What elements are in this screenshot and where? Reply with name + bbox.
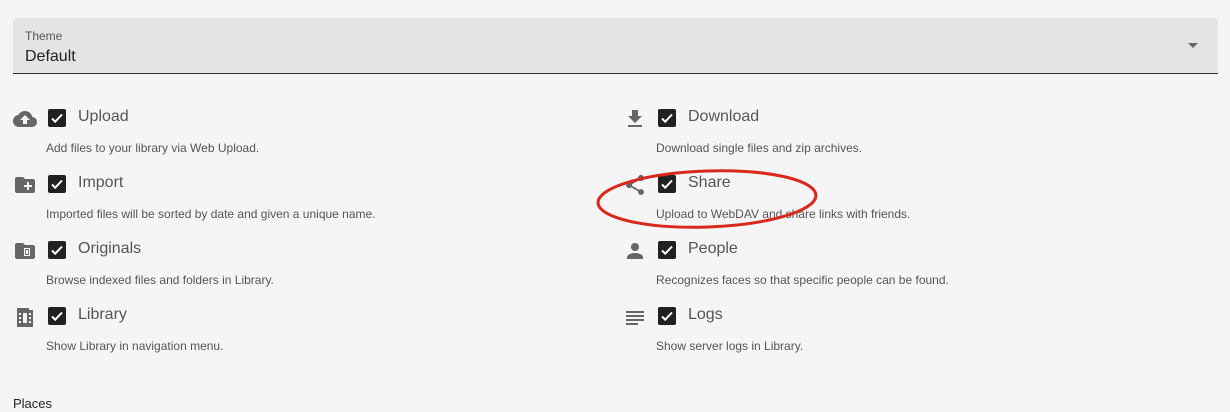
film-library-icon [13,305,37,329]
list-lines-icon [623,305,647,329]
people-label: People [688,240,738,257]
import-checkbox[interactable] [48,175,66,193]
logs-label: Logs [688,306,723,323]
logs-description: Show server logs in Library. [656,339,804,353]
upload-description: Add files to your library via Web Upload… [46,141,260,155]
option-people: People Recognizes faces so that specific… [623,239,1183,299]
theme-label: Theme [25,29,63,43]
share-checkbox[interactable] [658,175,676,193]
import-label: Import [78,174,124,191]
option-library: Library Show Library in navigation menu. [13,305,573,365]
option-share: Share Upload to WebDAV and share links w… [623,173,1183,233]
library-label: Library [78,306,127,323]
folder-plus-icon [13,173,37,197]
share-icon [623,173,647,197]
originals-checkbox[interactable] [48,241,66,259]
logs-checkbox[interactable] [658,307,676,325]
download-label: Download [688,108,760,125]
originals-description: Browse indexed files and folders in Libr… [46,273,274,287]
cloud-upload-icon [13,107,37,131]
download-checkbox[interactable] [658,109,676,127]
share-label: Share [688,174,731,191]
theme-value: Default [25,48,76,65]
chevron-down-icon[interactable] [1188,43,1198,48]
library-description: Show Library in navigation menu. [46,339,224,353]
import-description: Imported files will be sorted by date an… [46,207,376,221]
option-originals: Originals Browse indexed files and folde… [13,239,573,299]
people-description: Recognizes faces so that specific people… [656,273,949,287]
option-download: Download Download single files and zip a… [623,107,1183,167]
option-upload: Upload Add files to your library via Web… [13,107,573,167]
upload-checkbox[interactable] [48,109,66,127]
download-description: Download single files and zip archives. [656,141,863,155]
person-icon [623,239,647,263]
theme-select[interactable]: Theme Default [13,18,1218,74]
people-checkbox[interactable] [658,241,676,259]
folder-file-icon [13,239,37,263]
places-heading: Places [13,396,53,411]
library-checkbox[interactable] [48,307,66,325]
option-logs: Logs Show server logs in Library. [623,305,1183,365]
originals-label: Originals [78,240,142,257]
upload-label: Upload [78,108,129,125]
share-description: Upload to WebDAV and share links with fr… [656,207,911,221]
option-import: Import Imported files will be sorted by … [13,173,573,233]
download-icon [623,107,647,131]
